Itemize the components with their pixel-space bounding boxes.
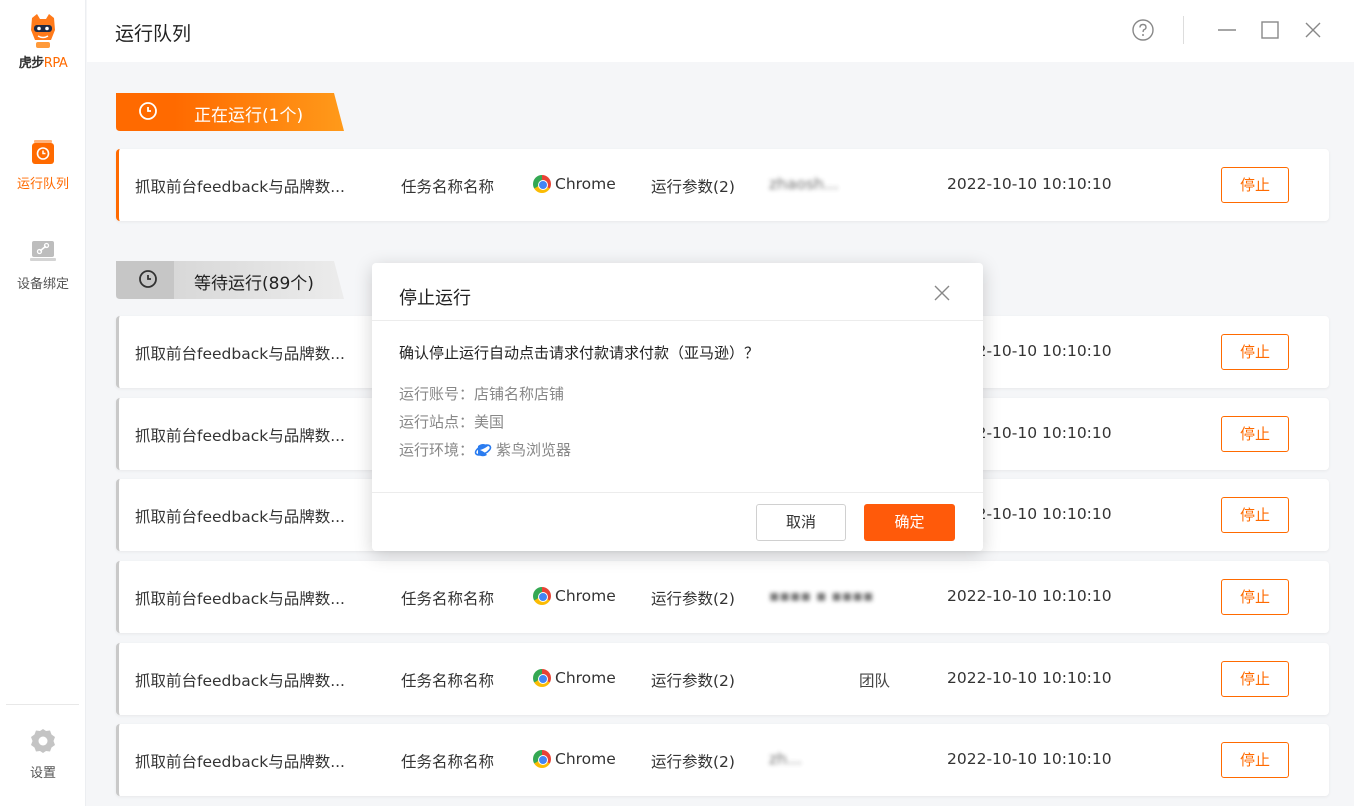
chrome-icon bbox=[533, 750, 551, 768]
table-row: 抓取前台feedback与品牌数... 任务名称名称 Chrome 运行参数(2… bbox=[116, 643, 1329, 715]
task-title: 任务名称名称 bbox=[401, 178, 495, 196]
device-link-icon bbox=[28, 237, 58, 267]
sidebar-item-label: 运行队列 bbox=[16, 177, 69, 192]
run-time: 2022-10-10 10:10:10 bbox=[947, 175, 1112, 193]
tiger-logo-icon bbox=[26, 12, 60, 50]
sidebar-item-queue[interactable]: 运行队列 bbox=[0, 137, 86, 192]
stop-button[interactable]: 停止 bbox=[1221, 497, 1289, 533]
site-label: 运行站点： bbox=[399, 413, 475, 431]
header: 运行队列 bbox=[87, 0, 1354, 62]
env-label: 运行环境： bbox=[399, 441, 475, 459]
table-row: 抓取前台feedback与品牌数... 任务名称名称 Chrome 运行参数(2… bbox=[116, 149, 1329, 221]
dialog-env-row: 运行环境： 紫鸟浏览器 bbox=[399, 439, 571, 460]
sidebar-item-device[interactable]: 设备绑定 bbox=[0, 237, 86, 292]
stop-button[interactable]: 停止 bbox=[1221, 167, 1289, 203]
running-label: 正在运行(1个) bbox=[194, 106, 304, 126]
run-params[interactable]: 运行参数(2) bbox=[651, 750, 735, 772]
sidebar-divider bbox=[6, 704, 79, 705]
chrome-icon bbox=[533, 175, 551, 193]
stop-button[interactable]: 停止 bbox=[1221, 661, 1289, 697]
browser-name: Chrome bbox=[555, 587, 616, 605]
stop-button[interactable]: 停止 bbox=[1221, 579, 1289, 615]
run-params[interactable]: 运行参数(2) bbox=[651, 669, 735, 691]
dialog-site-row: 运行站点： 美国 bbox=[399, 411, 504, 432]
run-time: 2022-10-10 10:10:10 bbox=[947, 587, 1112, 605]
help-icon[interactable] bbox=[1131, 18, 1155, 42]
task-name: 抓取前台feedback与品牌数... bbox=[135, 590, 345, 608]
account-label: 运行账号： bbox=[399, 385, 475, 403]
chrome-icon bbox=[533, 587, 551, 605]
dialog-account-row: 运行账号： 店铺名称店铺 bbox=[399, 383, 564, 404]
queue-icon bbox=[28, 137, 58, 167]
confirm-button[interactable]: 确定 bbox=[864, 504, 955, 541]
task-name: 抓取前台feedback与品牌数... bbox=[135, 427, 345, 445]
task-name: 抓取前台feedback与品牌数... bbox=[135, 178, 345, 196]
dialog-divider bbox=[372, 320, 983, 321]
run-user: zhaosh... bbox=[769, 175, 839, 193]
waiting-section-tab: 等待运行(89个) bbox=[116, 261, 344, 299]
browser-name: Chrome bbox=[555, 175, 616, 193]
account-value: 店铺名称店铺 bbox=[474, 385, 565, 403]
browser-name: Chrome bbox=[555, 669, 616, 687]
table-row: 抓取前台feedback与品牌数... 任务名称名称 Chrome 运行参数(2… bbox=[116, 561, 1329, 633]
running-section-tab: 正在运行(1个) bbox=[116, 93, 344, 131]
stop-button[interactable]: 停止 bbox=[1221, 334, 1289, 370]
brand-suffix: RPA bbox=[43, 56, 68, 71]
chrome-icon bbox=[533, 669, 551, 687]
stop-run-dialog: 停止运行 确认停止运行自动点击请求付款请求付款（亚马逊）？ 运行账号： 店铺名称… bbox=[372, 263, 983, 551]
run-time: 2022-10-10 10:10:10 bbox=[947, 669, 1112, 687]
task-title: 任务名称名称 bbox=[401, 590, 495, 608]
env-value: 紫鸟浏览器 bbox=[496, 441, 572, 459]
task-name: 抓取前台feedback与品牌数... bbox=[135, 345, 345, 363]
stop-button[interactable]: 停止 bbox=[1221, 742, 1289, 778]
run-user: ▪▪▪▪ ▪ ▪▪▪▪ bbox=[769, 587, 874, 605]
task-title: 任务名称名称 bbox=[401, 753, 495, 771]
run-user: zh... bbox=[769, 750, 802, 768]
settings-label: 设置 bbox=[29, 766, 56, 781]
clock-icon bbox=[138, 269, 158, 289]
site-value: 美国 bbox=[474, 413, 505, 431]
header-divider bbox=[1183, 16, 1184, 44]
sidebar-item-label: 设备绑定 bbox=[16, 277, 69, 292]
sidebar-item-settings[interactable]: 设置 bbox=[0, 726, 86, 781]
task-name: 抓取前台feedback与品牌数... bbox=[135, 672, 345, 690]
dialog-title: 停止运行 bbox=[399, 288, 471, 309]
task-title: 任务名称名称 bbox=[401, 672, 495, 690]
minimize-icon[interactable] bbox=[1215, 18, 1239, 42]
run-params[interactable]: 运行参数(2) bbox=[651, 587, 735, 609]
table-row: 抓取前台feedback与品牌数... 任务名称名称 Chrome 运行参数(2… bbox=[116, 724, 1329, 796]
task-name: 抓取前台feedback与品牌数... bbox=[135, 753, 345, 771]
dialog-divider bbox=[372, 492, 983, 493]
run-time: 2022-10-10 10:10:10 bbox=[947, 750, 1112, 768]
app-logo: 虎步RPA bbox=[0, 12, 86, 71]
gear-icon bbox=[28, 726, 58, 756]
run-params[interactable]: 运行参数(2) bbox=[651, 175, 735, 197]
maximize-icon[interactable] bbox=[1258, 18, 1282, 42]
browser-name: Chrome bbox=[555, 750, 616, 768]
cancel-button[interactable]: 取消 bbox=[756, 504, 846, 541]
page-title: 运行队列 bbox=[115, 23, 192, 45]
clock-icon bbox=[138, 101, 158, 121]
close-icon[interactable] bbox=[932, 283, 952, 303]
ziniao-browser-icon bbox=[474, 441, 492, 459]
dialog-question: 确认停止运行自动点击请求付款请求付款（亚马逊）？ bbox=[399, 344, 760, 362]
brand-name: 虎步 bbox=[18, 56, 45, 71]
task-name: 抓取前台feedback与品牌数... bbox=[135, 508, 345, 526]
run-user: 团队 bbox=[859, 672, 891, 690]
waiting-label: 等待运行(89个) bbox=[194, 274, 314, 294]
sidebar: 虎步RPA 运行队列 设备绑定 设置 bbox=[0, 0, 86, 806]
close-icon[interactable] bbox=[1301, 18, 1325, 42]
stop-button[interactable]: 停止 bbox=[1221, 416, 1289, 452]
